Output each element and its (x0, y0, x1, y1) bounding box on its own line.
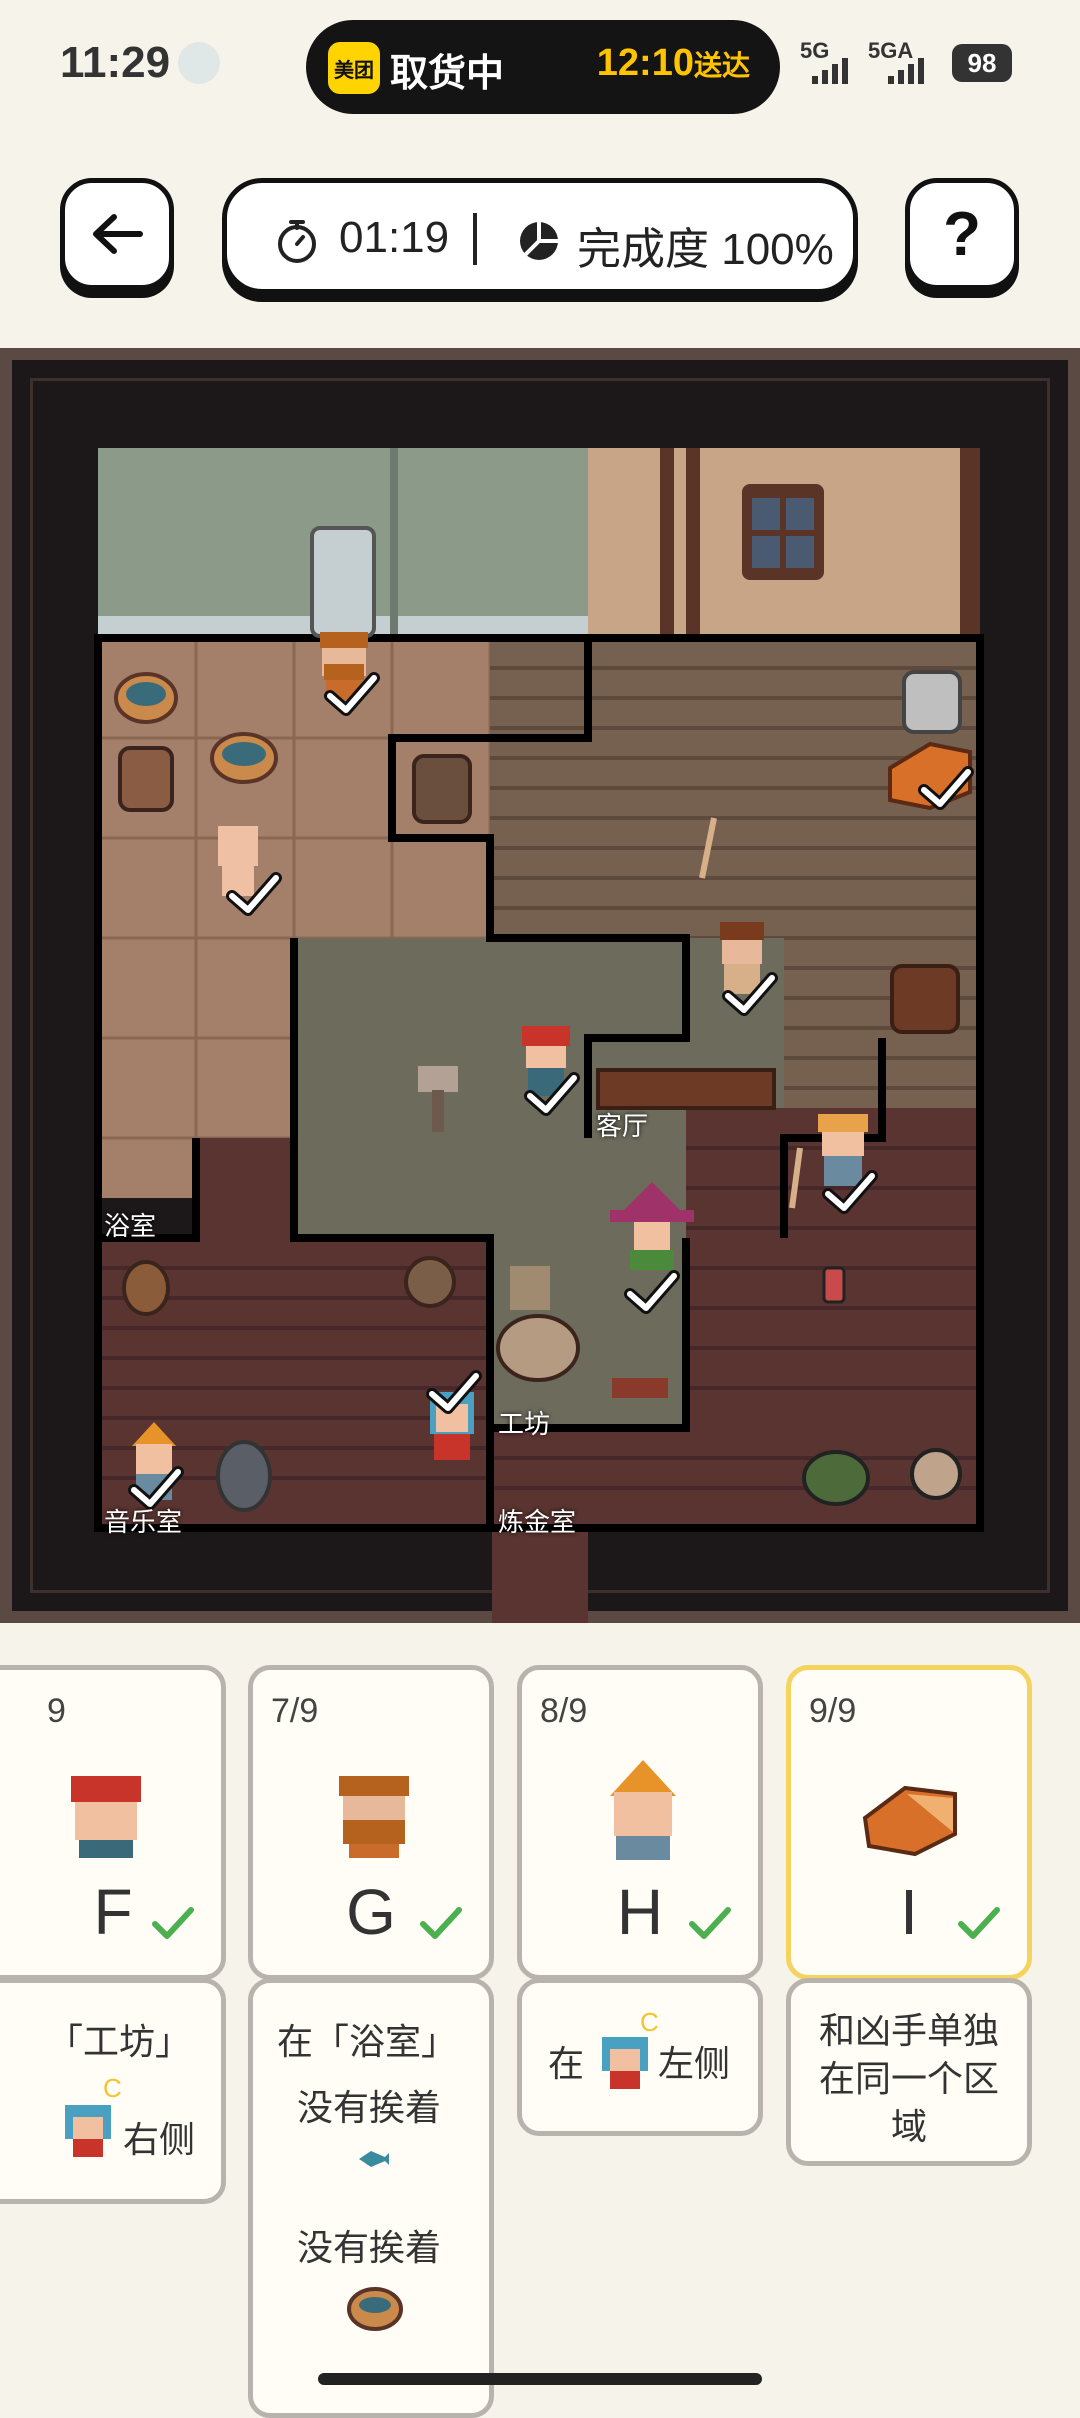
room-label-workshop: 工坊 (498, 1409, 551, 1439)
check-icon (822, 1170, 878, 1214)
check-icon (958, 1907, 1000, 1939)
portrait-i-bread (862, 1785, 957, 1857)
clue-h: 在 C 左侧 (517, 1978, 763, 2136)
check-icon (722, 972, 778, 1016)
signal-1-icon (812, 58, 848, 84)
check-icon (420, 1907, 462, 1939)
suspect-card-f[interactable]: 9 F (0, 1665, 226, 1980)
check-icon (426, 1370, 482, 1414)
card-count: 8/9 (540, 1692, 588, 1730)
divider (473, 213, 477, 265)
room-label-alchemy: 炼金室 (498, 1507, 577, 1537)
portrait-h (610, 1760, 676, 1860)
clue-h-suffix: 左侧 (658, 2043, 731, 2084)
clue-g: 在「浴室」 没有挨着 没有挨着 (248, 1978, 494, 2418)
status-time: 11:29 (60, 38, 171, 87)
status-emoji-icon (178, 42, 220, 84)
eta-time: 12:10 (596, 42, 694, 84)
battery-indicator: 98 (952, 44, 1012, 82)
check-icon (324, 672, 380, 716)
clue-g-line3: 没有挨着 (297, 2227, 442, 2268)
clue-f-line2: 右侧 (123, 2119, 196, 2160)
clue-h-prefix: 在 (548, 2043, 585, 2084)
check-icon (524, 1072, 580, 1116)
island-eta: 12:10送达 (597, 42, 750, 85)
check-icon (624, 1270, 680, 1314)
clue-f: 「工坊」 C 右侧 (0, 1978, 226, 2204)
clue-h-tag: C (640, 2007, 659, 2037)
suspect-card-i[interactable]: 9/9 I (786, 1665, 1032, 1980)
fish-icon (359, 2151, 389, 2167)
card-count: 9 (47, 1692, 66, 1730)
tub-icon (347, 2287, 403, 2331)
stopwatch-icon (278, 220, 316, 263)
portrait-f (71, 1776, 141, 1858)
card-count: 7/9 (271, 1692, 319, 1730)
clue-g-line1: 在「浴室」 (277, 2021, 458, 2062)
signal-2-icon (888, 58, 924, 84)
portrait-g (339, 1776, 409, 1858)
clue-g-line2: 没有挨着 (297, 2087, 442, 2128)
character-witch[interactable] (606, 1180, 698, 1272)
check-icon (918, 766, 974, 810)
meituan-logo: 美团 (328, 42, 380, 94)
clue-f-tag: C (103, 2073, 122, 2103)
island-status-text: 取货中 (390, 53, 505, 95)
home-indicator[interactable] (318, 2373, 762, 2385)
arrow-left-icon (93, 214, 143, 254)
clue-i: 和凶手单独在同一个区域 (786, 1978, 1032, 2166)
game-board: 浴室 客厅 工坊 音乐室 炼金室 (0, 348, 1080, 1623)
timer-text: 01:19 (339, 213, 450, 262)
timer-progress-panel: 01:19 完成度 100% (222, 178, 858, 294)
clue-f-line1: 「工坊」 (47, 2021, 192, 2062)
suspect-card-g[interactable]: 7/9 G (248, 1665, 494, 1980)
check-icon (152, 1907, 194, 1939)
room-label-music: 音乐室 (104, 1507, 183, 1537)
clue-i-text: 和凶手单独在同一个区域 (818, 2010, 999, 2147)
card-count: 9/9 (809, 1692, 857, 1730)
check-icon (226, 872, 282, 916)
dynamic-island[interactable]: 美团 取货中 12:10送达 (306, 20, 780, 114)
room-label-living: 客厅 (596, 1111, 649, 1141)
room-label-bath: 浴室 (104, 1211, 157, 1241)
back-button[interactable] (60, 178, 174, 290)
progress-text: 完成度 100% (577, 225, 834, 274)
check-icon (689, 1907, 731, 1939)
pie-progress-icon (520, 222, 558, 260)
help-button[interactable]: ? (905, 178, 1019, 290)
suspect-card-h[interactable]: 8/9 H (517, 1665, 763, 1980)
character-c-icon (65, 2105, 111, 2157)
eta-suffix: 送达 (693, 50, 750, 81)
character-c-icon (602, 2037, 648, 2089)
